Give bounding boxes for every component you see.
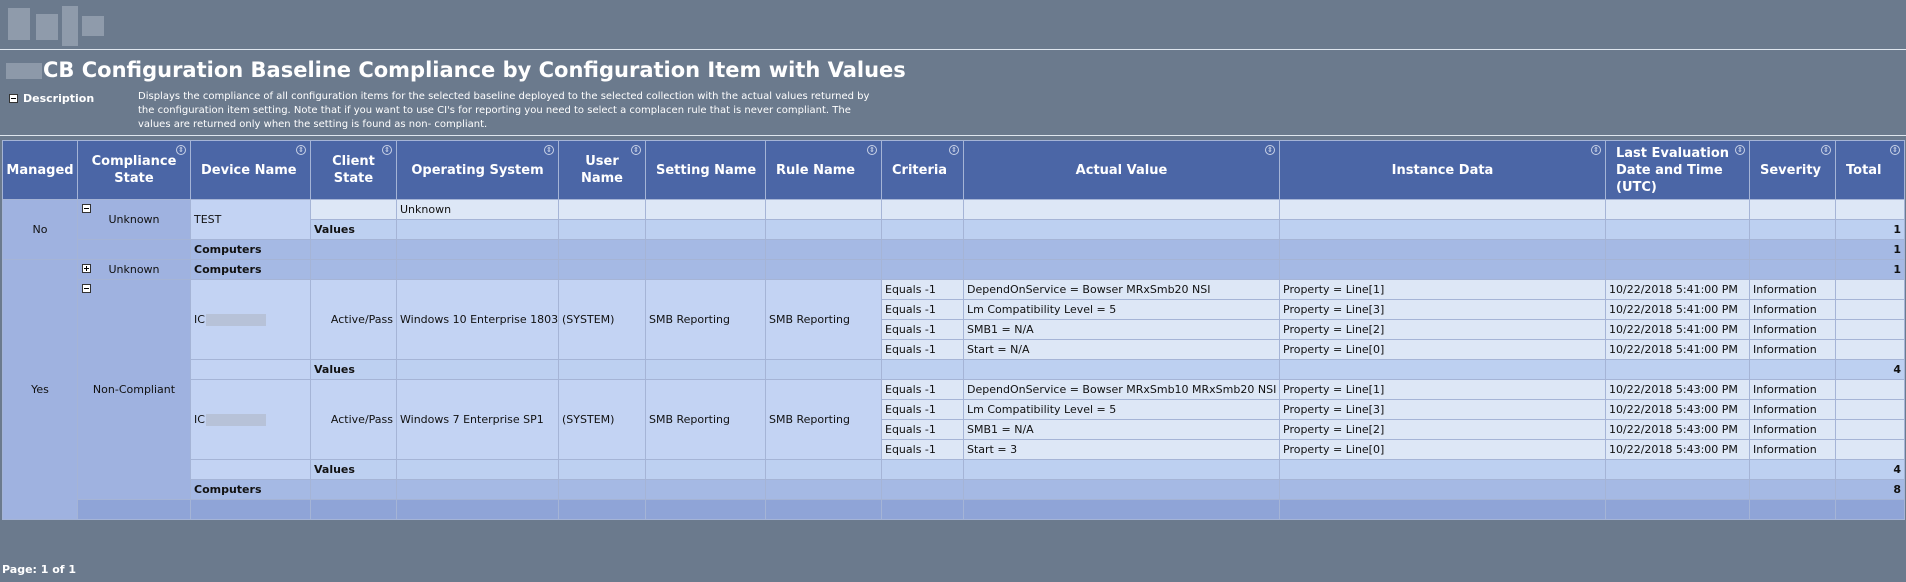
redacted-name [205, 314, 266, 326]
report-table: Managed Compliance State ⇕ Device Name ⇕ C… [2, 140, 1905, 520]
setting-cell: SMB Reporting [645, 279, 766, 360]
sort-icon[interactable]: ⇕ [1890, 145, 1900, 155]
sort-icon[interactable]: ⇕ [176, 145, 186, 155]
col-last-evaluation[interactable]: Last Evaluation Date and Time (UTC) ⇕ [1605, 140, 1750, 200]
sort-icon[interactable]: ⇕ [1265, 145, 1275, 155]
rule-cell: SMB Reporting [765, 379, 882, 460]
col-user-name[interactable]: User Name ⇕ [558, 140, 646, 200]
sort-icon[interactable]: ⇕ [1821, 145, 1831, 155]
header-row: Managed Compliance State ⇕ Device Name ⇕ C… [2, 140, 1905, 200]
description-label: Description [23, 92, 95, 105]
col-compliance-state[interactable]: Compliance State ⇕ [77, 140, 191, 200]
col-operating-system[interactable]: Operating System ⇕ [396, 140, 559, 200]
client-state-cell: Active/Pass [310, 379, 397, 460]
collapse-icon[interactable] [82, 204, 91, 213]
col-device-name[interactable]: Device Name ⇕ [190, 140, 311, 200]
computers-subtotal-row: Computers 1 [3, 239, 1905, 260]
sort-icon[interactable]: ⇕ [544, 145, 554, 155]
device-name-cell: IC [190, 279, 311, 360]
sort-icon[interactable]: ⇕ [1591, 145, 1601, 155]
os-cell: Windows 10 Enterprise 1803 [396, 279, 559, 360]
col-criteria[interactable]: Criteria ⇕ [881, 140, 964, 200]
sort-icon[interactable]: ⇕ [949, 145, 959, 155]
computers-subtotal-row: Computers 8 [3, 479, 1905, 500]
compliance-state-cell: Unknown [77, 199, 191, 240]
table-row: Yes Unknown Computers 1 [2, 259, 1905, 520]
header-divider [0, 49, 1906, 50]
managed-cell: Yes [2, 259, 78, 520]
col-rule-name[interactable]: Rule Name ⇕ [765, 140, 882, 200]
client-state-cell: Active/Pass [310, 279, 397, 360]
table-row: No Unknown TEST Unknown [2, 199, 1905, 260]
user-cell: (SYSTEM) [558, 379, 646, 460]
col-setting-name[interactable]: Setting Name [645, 140, 766, 200]
table-row: Non-Compliant IC Active/Pass Windows 10 … [3, 279, 1905, 500]
rule-cell: SMB Reporting [765, 279, 882, 360]
values-subtotal-row: Values 4 [3, 359, 1905, 380]
col-client-state[interactable]: Client State ⇕ [310, 140, 397, 200]
device-name-cell: TEST [190, 199, 311, 240]
sort-icon[interactable]: ⇕ [867, 145, 877, 155]
description-toggle[interactable]: Description [9, 92, 94, 105]
compliance-state-cell: Non-Compliant [77, 279, 191, 500]
redacted-prefix [6, 63, 42, 79]
managed-cell: No [2, 199, 78, 260]
col-severity[interactable]: Severity ⇕ [1749, 140, 1836, 200]
expand-icon[interactable] [82, 264, 91, 273]
report-title: CB Configuration Baseline Compliance by … [6, 58, 906, 82]
page-indicator: Page: 1 of 1 [2, 563, 77, 576]
user-cell: (SYSTEM) [558, 279, 646, 360]
company-logo [8, 2, 108, 50]
sort-icon[interactable]: ⇕ [631, 145, 641, 155]
device-name-cell: IC [190, 379, 311, 460]
setting-cell: SMB Reporting [645, 379, 766, 460]
col-managed[interactable]: Managed [2, 140, 78, 200]
table-row: IC Active/Pass Windows 7 Enterprise SP1 … [3, 379, 1905, 460]
redacted-name [205, 414, 266, 426]
sort-icon[interactable]: ⇕ [1735, 145, 1745, 155]
collapse-icon [9, 94, 18, 103]
os-cell: Unknown [396, 199, 559, 220]
sort-icon[interactable]: ⇕ [382, 145, 392, 155]
os-cell: Windows 7 Enterprise SP1 [396, 379, 559, 460]
col-instance-data[interactable]: Instance Data ⇕ [1279, 140, 1606, 200]
col-total[interactable]: Total ⇕ [1835, 140, 1905, 200]
description-divider [0, 135, 1906, 136]
col-actual-value[interactable]: Actual Value ⇕ [963, 140, 1280, 200]
compliance-state-cell: Unknown [77, 259, 191, 280]
sort-icon[interactable]: ⇕ [296, 145, 306, 155]
collapse-icon[interactable] [82, 284, 91, 293]
grand-total-row: 4 [3, 499, 1905, 520]
description-text: Displays the compliance of all configura… [138, 91, 870, 130]
values-subtotal-row: Values 4 [3, 459, 1905, 480]
